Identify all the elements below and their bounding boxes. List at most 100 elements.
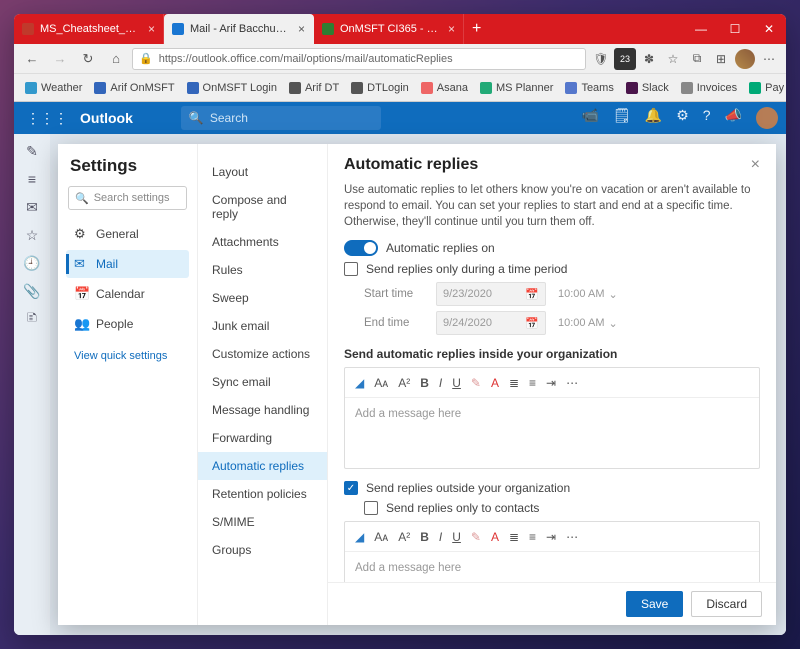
menu-icon[interactable]: ≡ [23,170,41,188]
highlighter-icon[interactable]: ◢ [355,376,364,390]
settings-icon[interactable]: ⚙ [676,107,689,129]
indent-button[interactable]: ⇥ [546,376,556,390]
bookmark[interactable]: Pay [744,82,786,94]
subnav-compose[interactable]: Compose and reply [198,186,327,228]
diagnostics-icon[interactable]: 🗒 [613,107,631,129]
outside-checkbox[interactable]: ✓ [344,481,358,495]
subnav-junk[interactable]: Junk email [198,312,327,340]
subnav-rules[interactable]: Rules [198,256,327,284]
tracking-icon[interactable]: 🛡 [590,48,612,70]
home-button[interactable]: ⌂ [104,47,128,71]
star-icon[interactable]: ☆ [23,226,41,244]
clock-icon[interactable]: 🕘 [23,254,41,272]
suite-search[interactable]: 🔍 Search [181,106,381,130]
help-icon[interactable]: ? [703,107,711,129]
browser-tab[interactable]: OnMSFT CI365 - Planner × [314,14,464,44]
bookmark[interactable]: Invoices [676,82,742,94]
favorites-bar-icon[interactable]: ⧉ [686,48,708,70]
close-window-button[interactable]: ✕ [752,14,786,44]
italic-button[interactable]: I [439,376,442,390]
subnav-sweep[interactable]: Sweep [198,284,327,312]
number-list-button[interactable]: ≡ [529,530,536,544]
inside-message-input[interactable]: Add a message here [345,398,759,468]
minimize-button[interactable]: — [684,14,718,44]
more-menu-icon[interactable]: ⋯ [758,48,780,70]
subnav-layout[interactable]: Layout [198,158,327,186]
nav-mail[interactable]: ✉Mail [66,250,189,278]
underline-button[interactable]: U [452,530,461,544]
bookmark[interactable]: Arif DT [284,82,344,94]
app-launcher-icon[interactable]: ⋮⋮⋮ [22,110,72,127]
maximize-button[interactable]: ☐ [718,14,752,44]
subnav-handling[interactable]: Message handling [198,396,327,424]
subnav-groups[interactable]: Groups [198,536,327,564]
bookmark[interactable]: MS Planner [475,82,558,94]
close-tab-icon[interactable]: × [148,22,155,36]
back-button[interactable]: ← [20,47,44,71]
forward-button[interactable]: → [48,47,72,71]
fontcolor-button[interactable]: A [491,530,499,544]
save-button[interactable]: Save [626,591,683,617]
notifications-icon[interactable]: 🔔 [645,107,662,129]
browser-tab-active[interactable]: Mail - Arif Bacchus - Outlook × [164,14,314,44]
refresh-button[interactable]: ↻ [76,47,100,71]
bookmark[interactable]: Asana [416,82,473,94]
nav-general[interactable]: ⚙General [66,220,189,248]
close-tab-icon[interactable]: × [298,22,305,36]
new-tab-button[interactable]: + [464,14,489,44]
subnav-customize[interactable]: Customize actions [198,340,327,368]
subnav-automatic-replies[interactable]: Automatic replies [198,452,327,480]
bookmark[interactable]: DTLogin [346,82,414,94]
end-time-input[interactable]: 10:00 AM⌄ [558,317,618,330]
collections-icon[interactable]: ⊞ [710,48,732,70]
auto-reply-toggle[interactable] [344,240,378,256]
profile-avatar[interactable] [734,48,756,70]
underline-button[interactable]: U [452,376,461,390]
bookmark[interactable]: OnMSFT Login [182,82,282,94]
close-panel-button[interactable]: × [751,156,760,174]
font-icon[interactable]: Aᴀ [374,530,388,544]
bookmark[interactable]: Slack [621,82,674,94]
more-format-button[interactable]: ⋯ [566,376,578,390]
italic-button[interactable]: I [439,530,442,544]
account-avatar[interactable] [756,107,778,129]
mail-rail-icon[interactable]: ✉ [23,198,41,216]
bold-button[interactable]: B [420,530,429,544]
subnav-sync[interactable]: Sync email [198,368,327,396]
address-bar[interactable]: 🔒 https://outlook.office.com/mail/option… [132,48,586,70]
bookmark[interactable]: Teams [560,82,618,94]
font-icon[interactable]: Aᴀ [374,376,388,390]
settings-search[interactable]: 🔍 Search settings [68,186,187,210]
favorite-icon[interactable]: ☆ [662,48,684,70]
quick-settings-link[interactable]: View quick settings [66,340,189,372]
start-date-input[interactable]: 9/23/2020📅 [436,282,546,306]
indent-button[interactable]: ⇥ [546,530,556,544]
reader-icon[interactable]: ✽ [638,48,660,70]
more-format-button[interactable]: ⋯ [566,530,578,544]
close-tab-icon[interactable]: × [448,22,455,36]
subnav-retention[interactable]: Retention policies [198,480,327,508]
end-date-input[interactable]: 9/24/2020📅 [436,311,546,335]
bullet-list-button[interactable]: ≣ [509,376,519,390]
nav-people[interactable]: 👥People [66,310,189,338]
outside-message-input[interactable]: Add a message here [345,552,759,582]
contacts-checkbox[interactable] [364,501,378,515]
pencil-icon[interactable]: ✎ [471,530,481,544]
attach-icon[interactable]: 📎 [23,282,41,300]
fontcolor-button[interactable]: A [491,376,499,390]
bookmark[interactable]: Arif OnMSFT [89,82,179,94]
number-list-button[interactable]: ≡ [529,376,536,390]
fontsize-icon[interactable]: A² [398,530,410,544]
highlighter-icon[interactable]: ◢ [355,530,364,544]
browser-tab[interactable]: MS_Cheatsheet_OutlookMailOn… × [14,14,164,44]
subnav-forwarding[interactable]: Forwarding [198,424,327,452]
calendar-ext-icon[interactable]: 23 [614,48,636,70]
start-time-input[interactable]: 10:00 AM⌄ [558,288,618,301]
nav-calendar[interactable]: 📅Calendar [66,280,189,308]
pencil-icon[interactable]: ✎ [471,376,481,390]
subnav-smime[interactable]: S/MIME [198,508,327,536]
bullet-list-button[interactable]: ≣ [509,530,519,544]
subnav-attachments[interactable]: Attachments [198,228,327,256]
meet-now-icon[interactable]: 📹 [582,107,599,129]
note-icon[interactable]: 🗈 [23,310,41,328]
